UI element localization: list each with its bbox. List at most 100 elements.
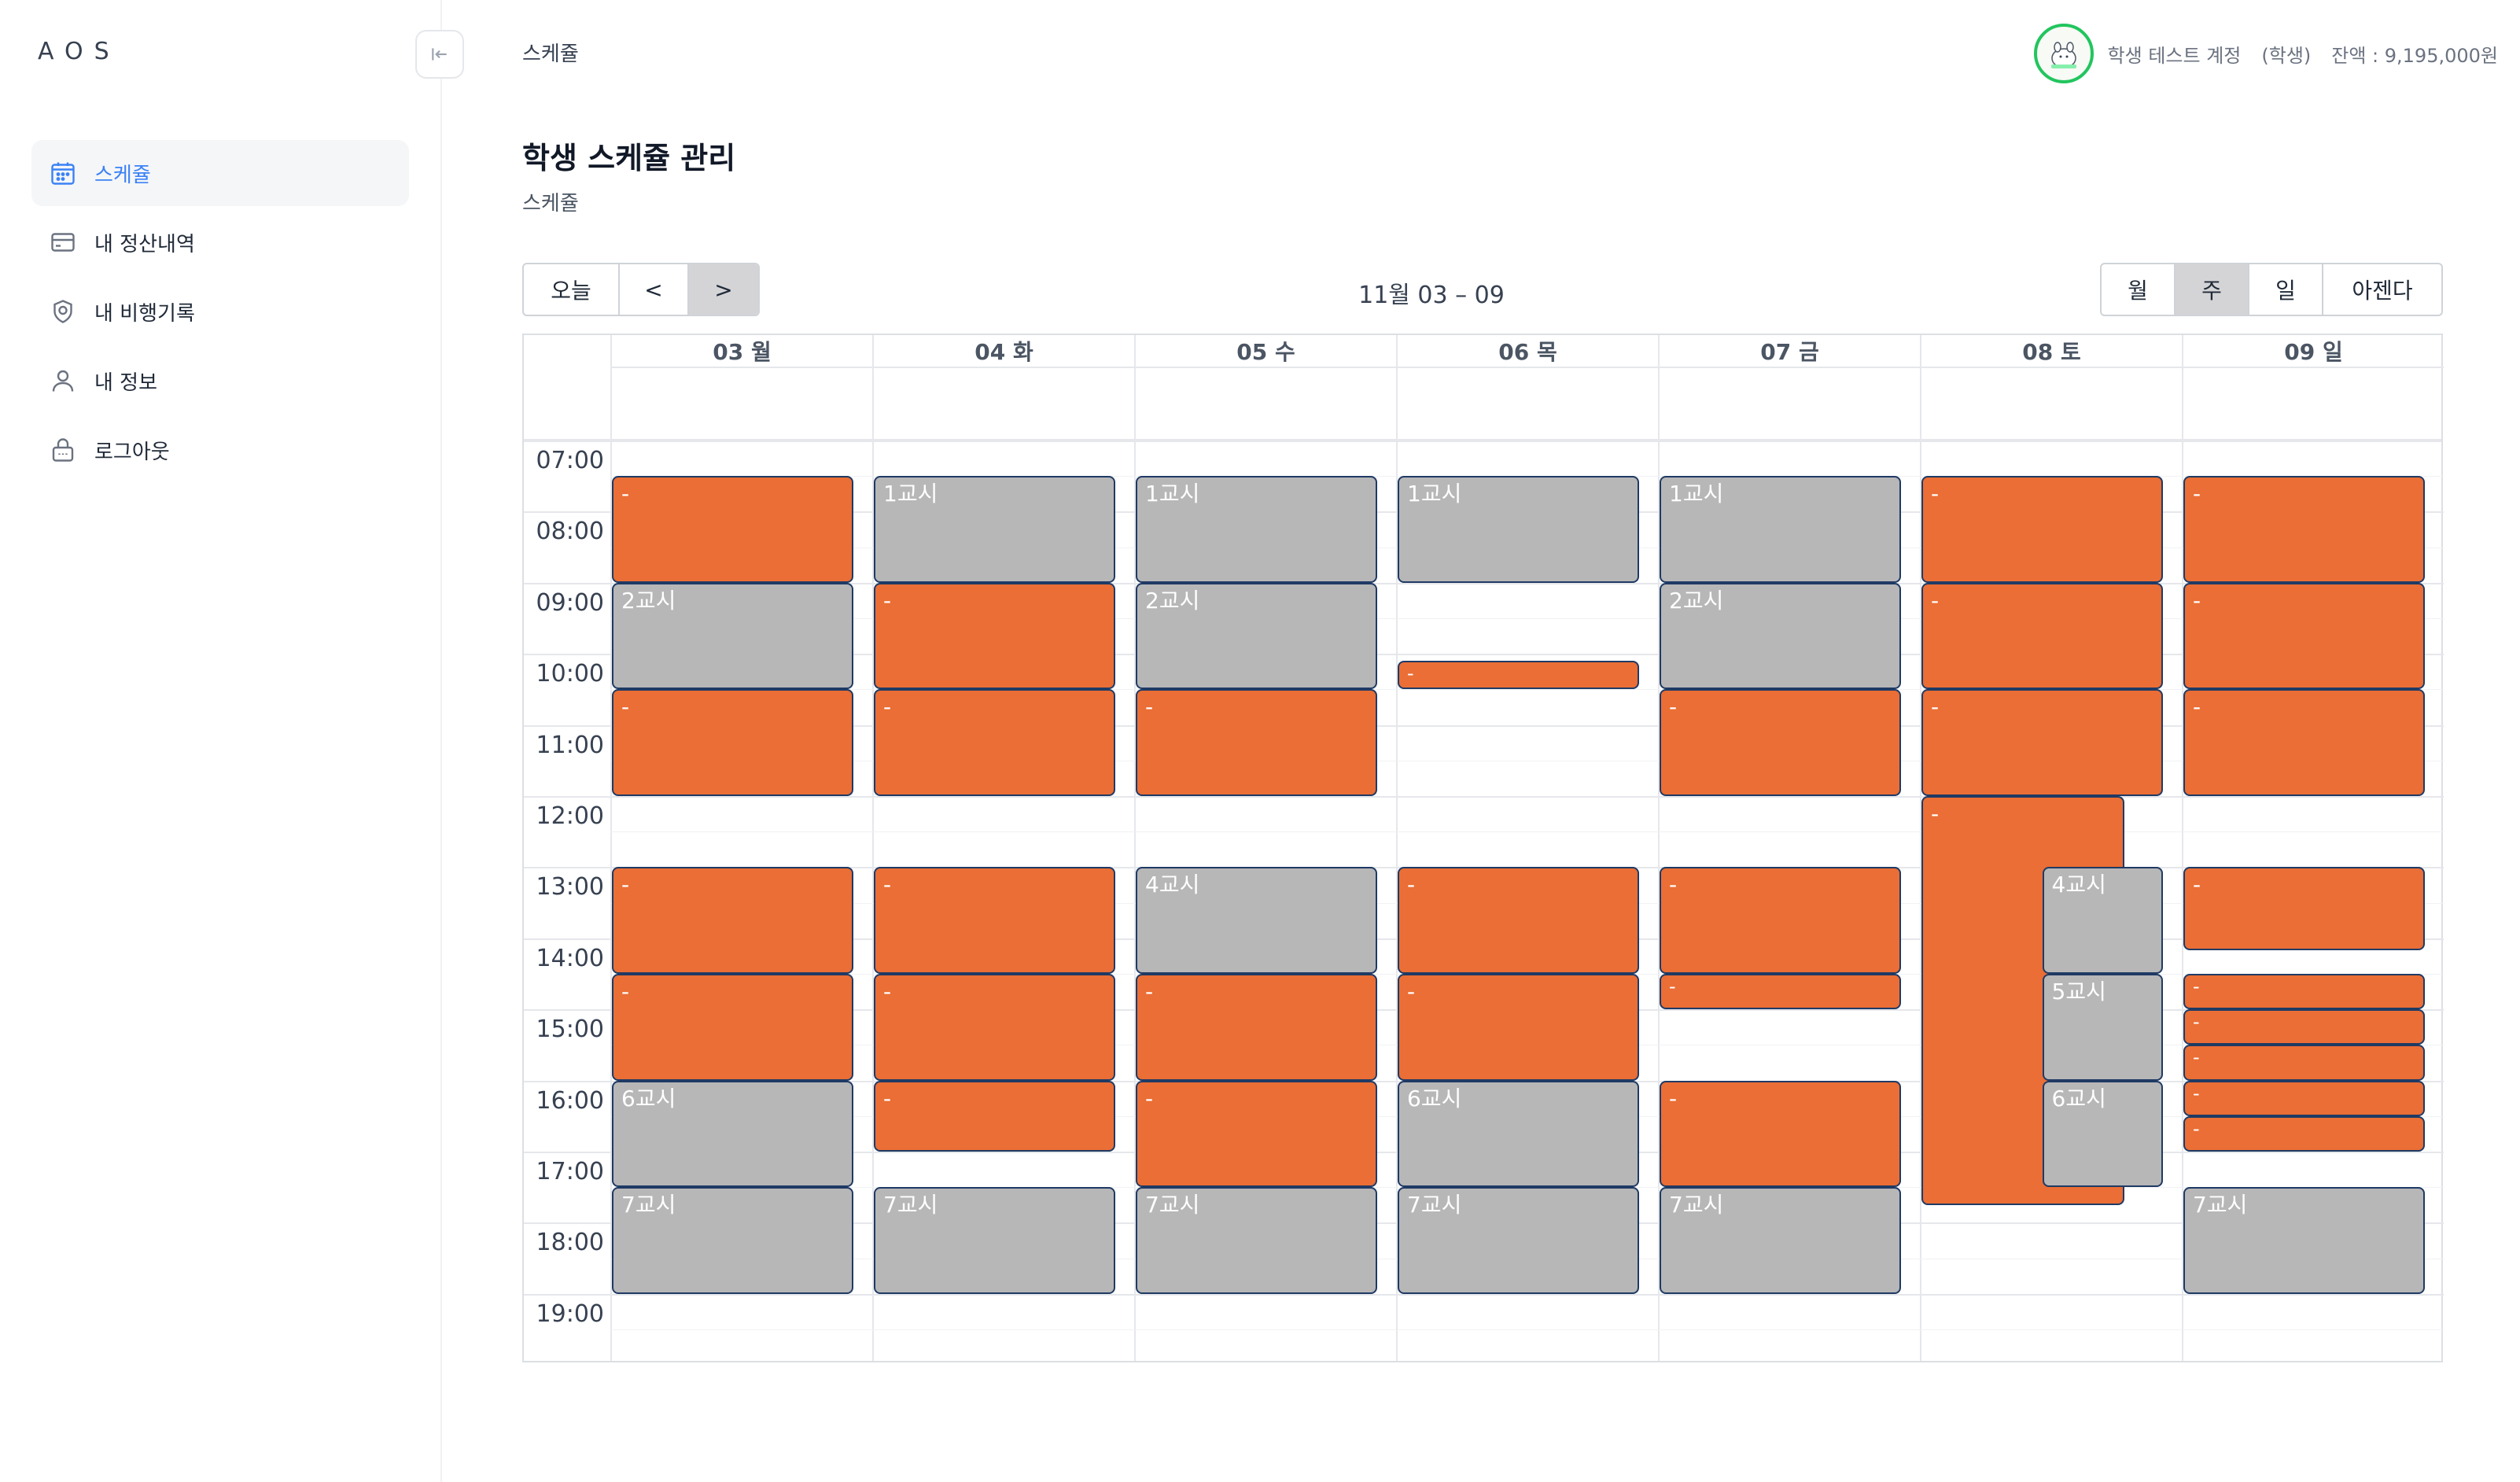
schedule-event[interactable]: -: [874, 867, 1115, 974]
collapse-icon: [432, 48, 447, 61]
user-role: (학생): [2261, 44, 2312, 67]
schedule-event[interactable]: -: [2183, 1115, 2425, 1152]
hour-label: 13:00: [536, 873, 604, 901]
hour-label: 14:00: [536, 944, 604, 972]
schedule-event[interactable]: 7교시: [1398, 1187, 1639, 1294]
schedule-event[interactable]: 2교시: [612, 582, 853, 690]
hour-label: 11:00: [536, 731, 604, 759]
schedule-event[interactable]: 4교시: [2042, 867, 2163, 974]
prev-button[interactable]: <: [620, 264, 689, 315]
hour-label: 19:00: [536, 1300, 604, 1328]
schedule-event[interactable]: -: [874, 689, 1115, 796]
schedule-event[interactable]: -: [1660, 1080, 1901, 1188]
schedule-event[interactable]: 1교시: [1660, 476, 1901, 583]
schedule-event[interactable]: -: [1398, 661, 1639, 690]
schedule-event[interactable]: -: [1660, 867, 1901, 974]
schedule-event[interactable]: -: [612, 476, 853, 583]
calendar-icon: [51, 162, 75, 185]
balance: 잔액 : 9,195,000원: [2331, 44, 2498, 67]
sidebar-item-settlement[interactable]: 내 정산내역: [31, 209, 409, 275]
view-month-button[interactable]: 월: [2102, 264, 2176, 315]
sidebar-item-label: 내 비행기록: [94, 301, 195, 326]
sidebar-item-schedule[interactable]: 스케쥴: [31, 140, 409, 206]
schedule-event[interactable]: 7교시: [1136, 1187, 1377, 1294]
avatar-image: [2040, 31, 2087, 76]
user-icon: [52, 370, 74, 392]
user-info: 학생 테스트 계정 (학생) 잔액 : 9,195,000원: [2033, 24, 2498, 83]
schedule-event[interactable]: -: [2183, 689, 2425, 796]
day-header[interactable]: 06 목: [1396, 335, 1658, 367]
day-header[interactable]: 08 토: [1920, 335, 2182, 367]
schedule-event[interactable]: 6교시: [1398, 1080, 1639, 1188]
schedule-event[interactable]: 1교시: [874, 476, 1115, 583]
schedule-event[interactable]: -: [874, 582, 1115, 690]
schedule-event[interactable]: 7교시: [1660, 1187, 1901, 1294]
user-name: 학생 테스트 계정: [2107, 44, 2242, 67]
day-header[interactable]: 03 월: [610, 335, 872, 367]
schedule-event[interactable]: 1교시: [1136, 476, 1377, 583]
today-button[interactable]: 오늘: [524, 264, 620, 315]
collapse-sidebar-button[interactable]: [415, 30, 464, 79]
sidebar-nav: 스케쥴 내 정산내역 내 비행기록 내 정보 로그아웃: [31, 140, 409, 486]
schedule-event[interactable]: -: [2183, 1080, 2425, 1116]
schedule-event[interactable]: 4교시: [1136, 867, 1377, 974]
breadcrumb: 스케쥴: [522, 42, 579, 66]
view-day-button[interactable]: 일: [2249, 264, 2323, 315]
schedule-event[interactable]: -: [1136, 689, 1377, 796]
schedule-event[interactable]: 6교시: [2042, 1080, 2163, 1188]
next-button[interactable]: >: [689, 264, 758, 315]
schedule-event[interactable]: -: [2183, 1009, 2425, 1045]
schedule-event[interactable]: -: [2183, 476, 2425, 583]
schedule-event[interactable]: -: [1398, 974, 1639, 1081]
allday-divider: [524, 439, 2441, 442]
card-icon: [51, 233, 75, 252]
day-header[interactable]: 09 일: [2182, 335, 2444, 367]
schedule-event[interactable]: -: [1136, 974, 1377, 1081]
schedule-event[interactable]: 2교시: [1136, 582, 1377, 690]
schedule-event[interactable]: 6교시: [612, 1080, 853, 1188]
page-subtitle: 스케쥴: [522, 192, 579, 216]
view-agenda-button[interactable]: 아젠다: [2323, 264, 2441, 315]
sidebar-item-my-info[interactable]: 내 정보: [31, 348, 409, 414]
date-range: 11월 03 – 09: [1358, 282, 1505, 309]
sidebar-item-logout[interactable]: 로그아웃: [31, 417, 409, 483]
schedule-event[interactable]: -: [1921, 582, 2163, 690]
schedule-event[interactable]: 2교시: [1660, 582, 1901, 690]
schedule-event[interactable]: -: [874, 974, 1115, 1081]
schedule-event[interactable]: -: [612, 689, 853, 796]
schedule-event[interactable]: -: [1921, 689, 2163, 796]
hour-label: 10:00: [536, 660, 604, 688]
schedule-event[interactable]: -: [612, 867, 853, 974]
day-header[interactable]: 04 화: [872, 335, 1134, 367]
avatar[interactable]: [2033, 24, 2094, 83]
sidebar: AOS 스케쥴 내 정산내역 내 비행기록 내 정보 로그아웃: [0, 0, 464, 1482]
day-header[interactable]: 05 수: [1134, 335, 1396, 367]
schedule-event[interactable]: -: [1921, 476, 2163, 583]
schedule-event[interactable]: -: [2183, 867, 2425, 951]
schedule-event[interactable]: -: [2183, 974, 2425, 1010]
schedule-event[interactable]: -: [1136, 1080, 1377, 1188]
schedule-event[interactable]: -: [1660, 689, 1901, 796]
hour-label: 15:00: [536, 1016, 604, 1044]
hour-label: 08:00: [536, 518, 604, 546]
schedule-event[interactable]: 5교시: [2042, 974, 2163, 1081]
schedule-event[interactable]: -: [1398, 867, 1639, 974]
schedule-event[interactable]: -: [612, 974, 853, 1081]
schedule-event[interactable]: -: [2183, 582, 2425, 690]
schedule-event[interactable]: -: [1660, 974, 1901, 1010]
half-hour-gridline: [610, 1329, 2444, 1330]
schedule-event[interactable]: -: [2183, 1045, 2425, 1081]
hour-gridline: [524, 1293, 2444, 1296]
sidebar-item-flight-log[interactable]: 내 비행기록: [31, 278, 409, 345]
nav-button-group: 오늘 < >: [522, 263, 760, 316]
page-title: 학생 스케쥴 관리: [522, 141, 736, 175]
view-button-group: 월 주 일 아젠다: [2100, 263, 2443, 316]
day-header[interactable]: 07 금: [1658, 335, 1920, 367]
schedule-event[interactable]: 7교시: [874, 1187, 1115, 1294]
schedule-event[interactable]: 7교시: [2183, 1187, 2425, 1294]
schedule-event[interactable]: 1교시: [1398, 476, 1639, 583]
schedule-event[interactable]: 7교시: [612, 1187, 853, 1294]
half-hour-gridline: [610, 831, 2444, 833]
schedule-event[interactable]: -: [874, 1080, 1115, 1152]
view-week-button[interactable]: 주: [2176, 264, 2249, 315]
